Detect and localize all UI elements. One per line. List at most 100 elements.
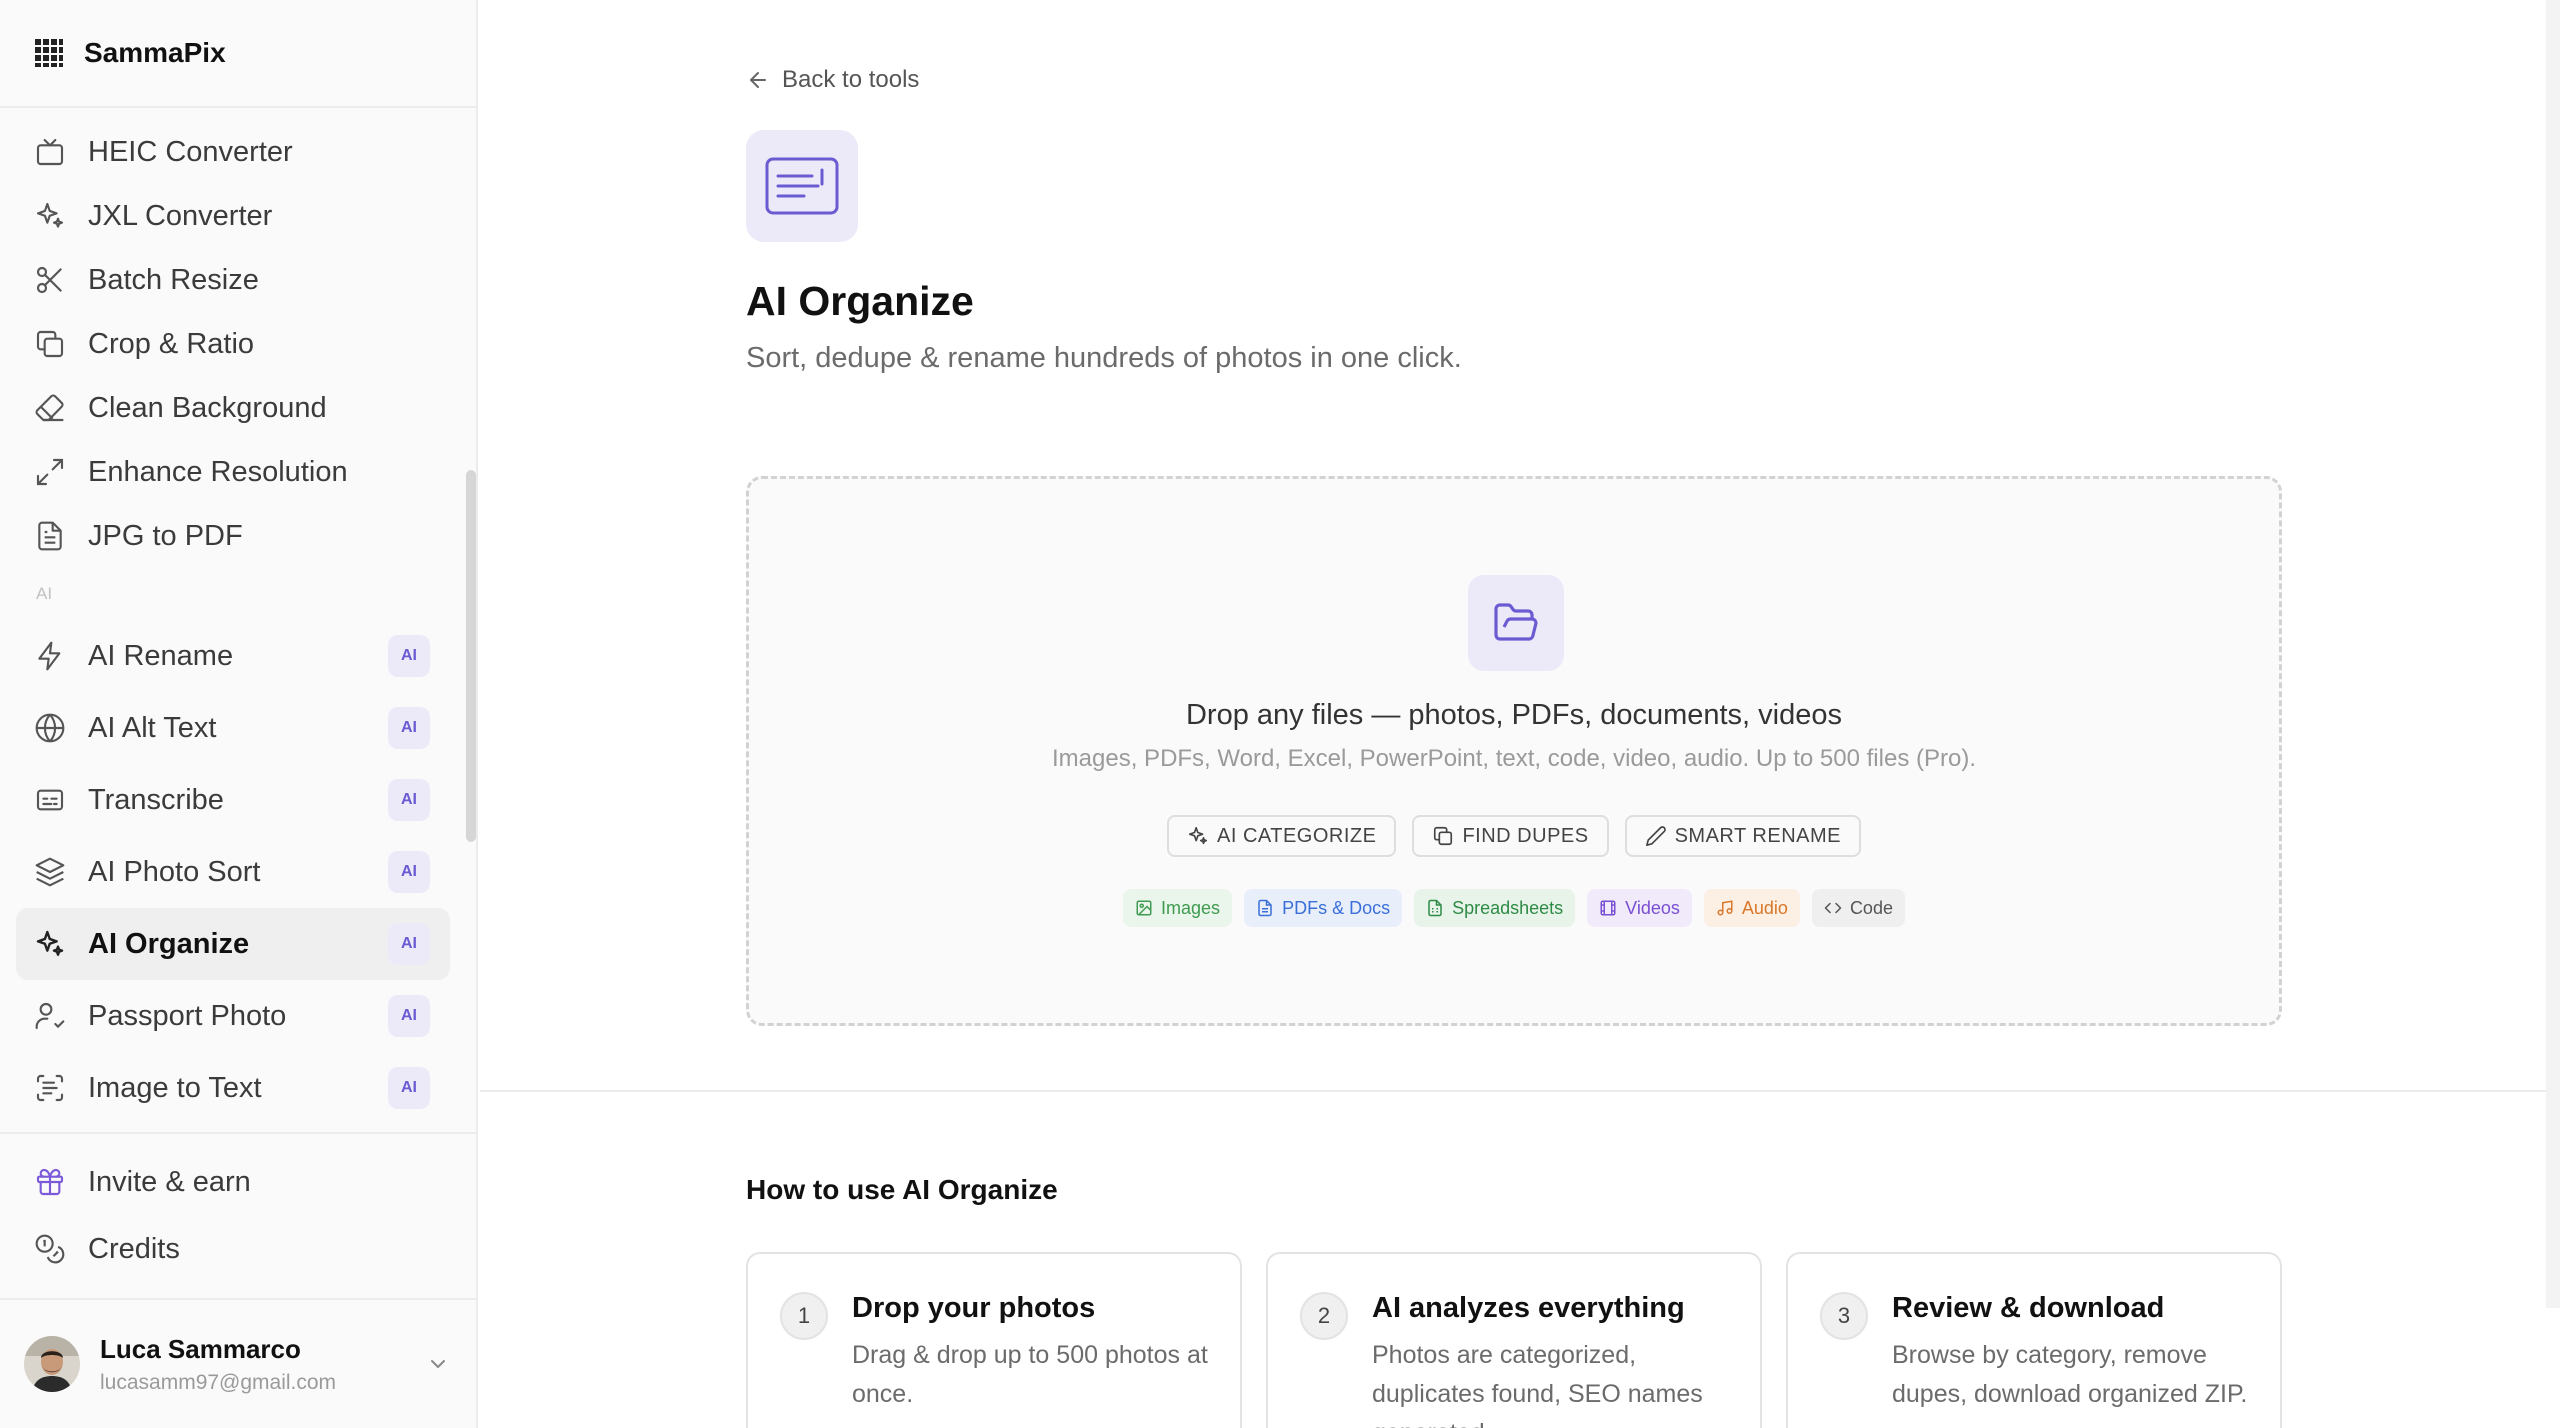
tv-icon: [36, 138, 64, 166]
ai-badge: AI: [388, 995, 430, 1037]
sparkles-icon: [36, 202, 64, 228]
sidebar-item-label: AI Photo Sort: [88, 855, 261, 888]
back-to-tools-link[interactable]: Back to tools: [746, 66, 919, 94]
sidebar-item-label: Transcribe: [88, 783, 224, 816]
dropzone-subtitle: Images, PDFs, Word, Excel, PowerPoint, t…: [1052, 745, 1976, 772]
section-divider: [480, 1090, 2546, 1092]
ai-badge: AI: [388, 923, 430, 965]
sidebar-bottom-links: Invite & earn Credits: [16, 1150, 450, 1284]
tag-code: Code: [1811, 889, 1905, 927]
step-card: 2 AI analyzes everything Photos are cate…: [1266, 1252, 1762, 1428]
brand-name[interactable]: SammaPix: [84, 37, 226, 69]
tag-images: Images: [1123, 889, 1233, 927]
sidebar-item-credits[interactable]: Credits: [16, 1214, 450, 1284]
sidebar-item-ai-alt-text[interactable]: AI Alt Text AI: [16, 692, 450, 764]
sidebar-item-invite-earn[interactable]: Invite & earn: [16, 1150, 450, 1214]
step-number: 3: [1820, 1292, 1868, 1340]
step-number: 2: [1300, 1292, 1348, 1340]
chevron-down-icon[interactable]: [426, 1352, 450, 1376]
sidebar-item-clean-background[interactable]: Clean Background: [16, 376, 450, 440]
dropzone-actions: AI CATEGORIZE FIND DUPES SMART RENAME: [749, 815, 2279, 857]
pencil-icon: [1645, 826, 1666, 846]
file-dropzone[interactable]: Drop any files — photos, PDFs, documents…: [746, 476, 2282, 1026]
copy-icon: [1434, 826, 1453, 846]
sidebar-item-label: Enhance Resolution: [88, 455, 348, 488]
code-icon: [1824, 902, 1842, 914]
globe-icon: [35, 713, 65, 743]
ai-badge: AI: [388, 1067, 430, 1109]
layers-icon: [35, 857, 65, 887]
ai-badge: AI: [388, 779, 430, 821]
gift-icon: [36, 1168, 64, 1196]
main-content: Back to tools AI Organize Sort, dedupe &…: [480, 0, 2560, 1428]
sidebar-item-heic-converter[interactable]: HEIC Converter: [16, 120, 450, 184]
step-text: Photos are categorized, duplicates found…: [1372, 1341, 1703, 1428]
step-title: Review & download: [1892, 1292, 2165, 1324]
sidebar-item-label: HEIC Converter: [88, 135, 293, 168]
expand-icon: [36, 458, 64, 486]
user-menu[interactable]: Luca Sammarco lucasamm97@gmail.com: [0, 1300, 478, 1428]
tag-label: Spreadsheets: [1452, 897, 1564, 918]
button-label: FIND DUPES: [1462, 824, 1589, 847]
user-info: Luca Sammarco lucasamm97@gmail.com: [100, 1334, 336, 1395]
sidebar: SammaPix HEIC Converter JXL Converter Ba…: [0, 0, 478, 1428]
step-card: 1 Drop your photos Drag & drop up to 500…: [746, 1252, 1242, 1428]
sidebar-item-ai-rename[interactable]: AI Rename AI: [16, 620, 450, 692]
find-dupes-button[interactable]: FIND DUPES: [1412, 815, 1609, 857]
scissors-icon: [36, 266, 62, 294]
sidebar-item-label: Passport Photo: [88, 999, 287, 1032]
step-title: Drop your photos: [852, 1292, 1096, 1324]
spreadsheet-icon: [1428, 899, 1442, 917]
file-text-icon: [1258, 899, 1272, 917]
sparkles-icon: [36, 930, 64, 956]
sidebar-item-enhance-resolution[interactable]: Enhance Resolution: [16, 440, 450, 504]
sparkles-icon: [1188, 826, 1208, 845]
avatar: [24, 1336, 80, 1392]
sidebar-scrollbar[interactable]: [466, 470, 476, 842]
tag-label: Videos: [1625, 897, 1680, 918]
sidebar-item-batch-resize[interactable]: Batch Resize: [16, 248, 450, 312]
sidebar-item-transcribe[interactable]: Transcribe AI: [16, 764, 450, 836]
image-icon: [1136, 900, 1152, 916]
sidebar-item-image-to-text[interactable]: Image to Text AI: [16, 1052, 450, 1124]
arrow-left-icon: [750, 72, 766, 88]
step-card: 3 Review & download Browse by category, …: [1786, 1252, 2282, 1428]
tag-label: Audio: [1741, 897, 1788, 918]
file-text-icon: [38, 521, 62, 551]
scan-text-icon: [36, 1074, 64, 1102]
user-email: lucasamm97@gmail.com: [100, 1370, 337, 1394]
sidebar-item-label: AI Alt Text: [88, 711, 217, 744]
step-title: AI analyzes everything: [1372, 1292, 1685, 1324]
sidebar-item-label: AI Organize: [88, 927, 250, 960]
sidebar-item-ai-photo-sort[interactable]: AI Photo Sort AI: [16, 836, 450, 908]
ai-categorize-button[interactable]: AI CATEGORIZE: [1166, 815, 1397, 857]
window-text-icon: [765, 157, 839, 215]
sidebar-item-label: Credits: [88, 1232, 180, 1265]
tag-audio: Audio: [1703, 889, 1800, 927]
tag-pdfs-docs: PDFs & Docs: [1244, 889, 1403, 927]
sidebar-item-ai-organize[interactable]: AI Organize AI: [16, 908, 450, 980]
sidebar-section-ai: AI: [36, 584, 53, 603]
sidebar-divider: [0, 1132, 478, 1134]
folder-open-icon: [1468, 575, 1564, 671]
page-subtitle: Sort, dedupe & rename hundreds of photos…: [746, 342, 1462, 374]
apps-grid-icon[interactable]: [34, 38, 64, 68]
button-label: AI CATEGORIZE: [1216, 824, 1377, 847]
ai-badge: AI: [388, 635, 430, 677]
coins-icon: [35, 1234, 65, 1264]
step-text: Browse by category, remove dupes, downlo…: [1892, 1341, 2248, 1408]
sidebar-item-label: JXL Converter: [88, 199, 273, 232]
step-text: Drag & drop up to 500 photos at once.: [852, 1341, 1208, 1408]
steps-list: 1 Drop your photos Drag & drop up to 500…: [746, 1252, 2282, 1428]
smart-rename-button[interactable]: SMART RENAME: [1624, 815, 1861, 857]
file-type-tags: Images PDFs & Docs Spreadsheets Videos A…: [749, 889, 2279, 927]
tag-label: PDFs & Docs: [1282, 897, 1391, 918]
sidebar-item-passport-photo[interactable]: Passport Photo AI: [16, 980, 450, 1052]
tag-label: Images: [1161, 897, 1221, 918]
eraser-icon: [35, 394, 64, 422]
main-scrollbar[interactable]: [2546, 0, 2560, 1308]
zap-icon: [38, 641, 61, 671]
sidebar-item-crop-ratio[interactable]: Crop & Ratio: [16, 312, 450, 376]
sidebar-item-jxl-converter[interactable]: JXL Converter: [16, 184, 450, 248]
sidebar-item-jpg-to-pdf[interactable]: JPG to PDF: [16, 504, 450, 568]
